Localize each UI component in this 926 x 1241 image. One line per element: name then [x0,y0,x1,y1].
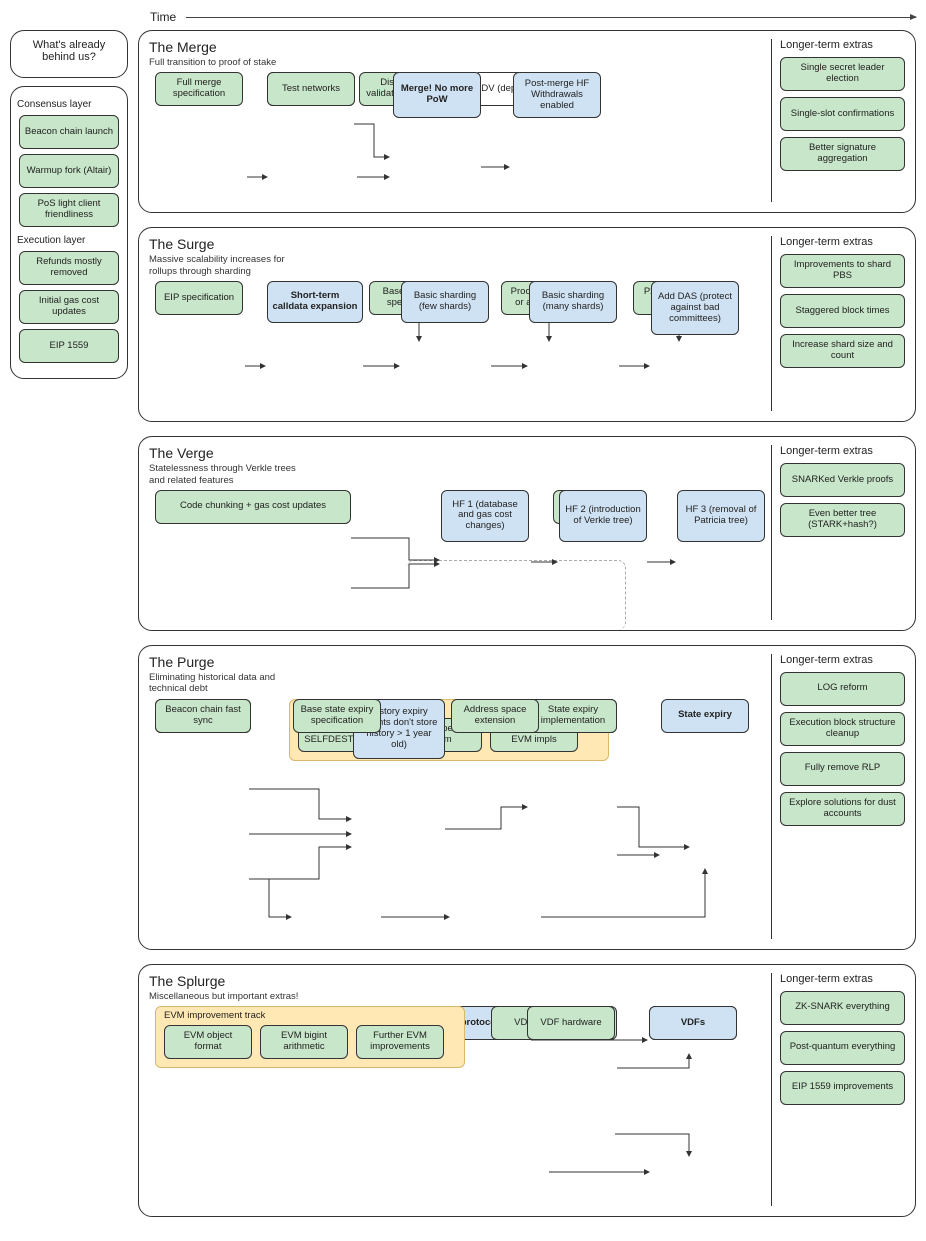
better-tree: Even better tree (STARK+hash?) [780,503,905,537]
snarked-verkle: SNARKed Verkle proofs [780,463,905,497]
evm-improvement-track: EVM improvement track EVM object format … [155,1006,465,1068]
basic-sharding-few: Basic sharding (few shards) [401,281,489,323]
eip1559-improvements: EIP 1559 improvements [780,1071,905,1105]
surge-title: The Surge [149,236,763,252]
verge-desc: Statelessness through Verkle trees and r… [149,463,299,486]
merge-title: The Merge [149,39,763,55]
splurge-extras-title: Longer-term extras [780,973,905,985]
short-term-calldata: Short-term calldata expansion [267,281,363,323]
warmup-fork: Warmup fork (Altair) [19,154,119,188]
merge-desc: Full transition to proof of stake [149,57,299,68]
verge-extras: Longer-term extras SNARKed Verkle proofs… [771,445,905,620]
purge-extras-title: Longer-term extras [780,654,905,666]
full-merge-spec: Full merge specification [155,72,243,106]
verge-lane: The Verge Statelessness through Verkle t… [138,436,916,631]
surge-extras-title: Longer-term extras [780,236,905,248]
sidebar-groups: Consensus layer Beacon chain launch Warm… [10,86,128,379]
evm-improvement-title: EVM improvement track [164,1010,265,1021]
staggered-block-times: Staggered block times [780,294,905,328]
time-axis [186,17,916,18]
log-reform: LOG reform [780,672,905,706]
evm-object-format: EVM object format [164,1025,252,1059]
zk-snark-everything: ZK-SNARK everything [780,991,905,1025]
beacon-chain-launch: Beacon chain launch [19,115,119,149]
further-evm: Further EVM improvements [356,1025,444,1059]
state-expiry-impl: State expiry implementation [529,699,617,733]
post-merge-hf: Post-merge HF Withdrawals enabled [513,72,601,118]
gas-cost-updates: Initial gas cost updates [19,290,119,324]
better-sig-agg: Better signature aggregation [780,137,905,171]
eip-spec: EIP specification [155,281,243,315]
splurge-extras: Longer-term extras ZK-SNARK everything P… [771,973,905,1206]
purge-extras: Longer-term extras LOG reform Execution … [771,654,905,939]
shard-pbs-improve: Improvements to shard PBS [780,254,905,288]
execution-label: Execution layer [17,235,121,246]
vdf-hardware: VDF hardware [527,1006,615,1040]
post-quantum-everything: Post-quantum everything [780,1031,905,1065]
vdfs: VDFs [649,1006,737,1040]
evm-bigint: EVM bigint arithmetic [260,1025,348,1059]
surge-lane: The Surge Massive scalability increases … [138,227,916,422]
beacon-fast-sync: Beacon chain fast sync [155,699,251,733]
purge-title: The Purge [149,654,763,670]
single-slot-conf: Single-slot confirmations [780,97,905,131]
remove-rlp: Fully remove RLP [780,752,905,786]
purge-desc: Eliminating historical data and technica… [149,672,299,695]
basic-sharding-many: Basic sharding (many shards) [529,281,617,323]
splurge-title: The Splurge [149,973,763,989]
tracks: The Merge Full transition to proof of st… [136,30,916,1231]
merge-lane: The Merge Full transition to proof of st… [138,30,916,213]
verge-title: The Verge [149,445,763,461]
single-secret-leader: Single secret leader election [780,57,905,91]
surge-desc: Massive scalability increases for rollup… [149,254,299,277]
sidebar: What's already behind us? Consensus laye… [10,30,128,387]
eip-1559: EIP 1559 [19,329,119,363]
exec-block-cleanup: Execution block structure cleanup [780,712,905,746]
pos-light-client: PoS light client friendliness [19,193,119,227]
hf3: HF 3 (removal of Patricia tree) [677,490,765,542]
time-label: Time [150,10,186,24]
refunds-removed: Refunds mostly removed [19,251,119,285]
increase-shard-size: Increase shard size and count [780,334,905,368]
behind-us-box: What's already behind us? [10,30,128,78]
surge-extras: Longer-term extras Improvements to shard… [771,236,905,411]
merge-event: Merge! No more PoW [393,72,481,118]
address-space-ext: Address space extension [451,699,539,733]
hf2: HF 2 (introduction of Verkle tree) [559,490,647,542]
dust-accounts: Explore solutions for dust accounts [780,792,905,826]
consensus-label: Consensus layer [17,99,121,110]
merge-extras-title: Longer-term extras [780,39,905,51]
splurge-desc: Miscellaneous but important extras! [149,991,299,1002]
merge-extras: Longer-term extras Single secret leader … [771,39,905,202]
splurge-lane: The Splurge Miscellaneous but important … [138,964,916,1217]
verge-extras-title: Longer-term extras [780,445,905,457]
hf1: HF 1 (database and gas cost changes) [441,490,529,542]
base-state-expiry-spec: Base state expiry specification [293,699,381,733]
add-das: Add DAS (protect against bad committees) [651,281,739,335]
code-chunking: Code chunking + gas cost updates [155,490,351,524]
purge-lane: The Purge Eliminating historical data an… [138,645,916,950]
test-networks: Test networks [267,72,355,106]
state-expiry: State expiry [661,699,749,733]
behind-us-title: What's already behind us? [17,39,121,63]
